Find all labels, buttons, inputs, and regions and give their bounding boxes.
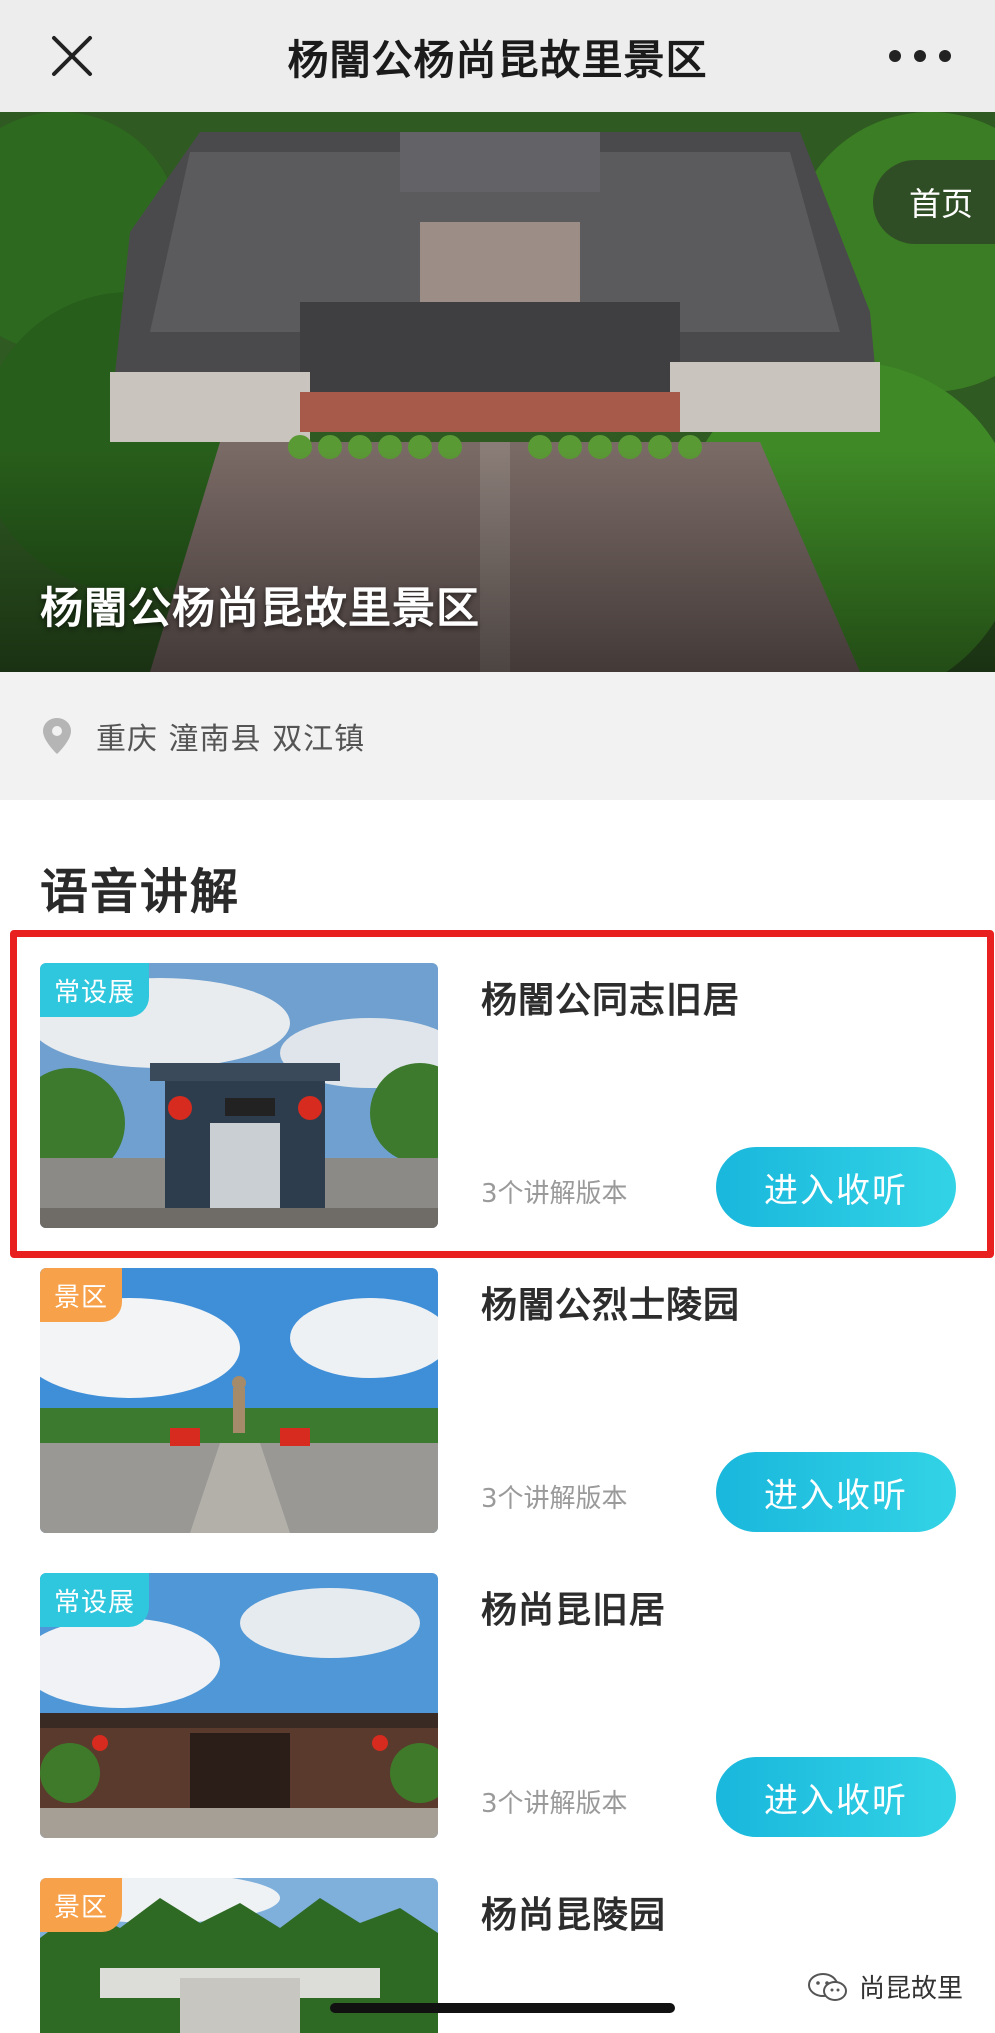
location-text: 重庆 潼南县 双江镇 (96, 722, 366, 757)
category-badge: 常设展 (40, 1573, 150, 1627)
watermark-text: 尚昆故里 (858, 1974, 963, 2004)
audio-guide-card[interactable]: 常设展 杨闇公同志旧居 3个讲解版本 进入收听 (40, 963, 960, 1228)
enter-listen-button[interactable]: 进入收听 (716, 1757, 956, 1837)
category-badge: 景区 (40, 1878, 123, 1932)
home-indicator[interactable] (330, 2003, 675, 2013)
location-pin-icon (43, 718, 71, 754)
category-badge: 景区 (40, 1268, 123, 1322)
hero-banner: 首页 杨闇公杨尚昆故里景区 (0, 112, 995, 672)
location-row: 重庆 潼南县 双江镇 (0, 672, 995, 800)
enter-listen-button[interactable]: 进入收听 (716, 1452, 956, 1532)
hero-title: 杨闇公杨尚昆故里景区 (40, 584, 480, 634)
card-title: 杨闇公同志旧居 (481, 980, 741, 1021)
more-icon[interactable] (885, 46, 955, 66)
card-title: 杨闇公烈士陵园 (481, 1285, 741, 1326)
close-icon[interactable] (46, 30, 98, 82)
card-thumbnail: 常设展 (40, 963, 438, 1228)
card-title: 杨尚昆陵园 (481, 1895, 667, 1936)
wechat-icon (807, 1972, 847, 2001)
audio-guide-card[interactable]: 景区 杨闇公烈士陵园 3个讲解版本 进入收听 (40, 1268, 960, 1533)
section-title: 语音讲解 (40, 864, 241, 920)
page-title: 杨闇公杨尚昆故里景区 (287, 36, 708, 84)
nav-bar: 杨闇公杨尚昆故里景区 (0, 0, 995, 112)
version-count: 3个讲解版本 (481, 1484, 628, 1514)
card-thumbnail: 景区 (40, 1268, 438, 1533)
watermark: 尚昆故里 (807, 1968, 963, 2005)
card-title: 杨尚昆旧居 (481, 1590, 667, 1631)
audio-guide-card[interactable]: 常设展 杨尚昆旧居 3个讲解版本 进入收听 (40, 1573, 960, 1838)
category-badge: 常设展 (40, 963, 150, 1017)
enter-listen-button[interactable]: 进入收听 (716, 1147, 956, 1227)
version-count: 3个讲解版本 (481, 1789, 628, 1819)
version-count: 3个讲解版本 (481, 1179, 628, 1209)
home-button[interactable]: 首页 (873, 160, 995, 244)
card-thumbnail: 常设展 (40, 1573, 438, 1838)
